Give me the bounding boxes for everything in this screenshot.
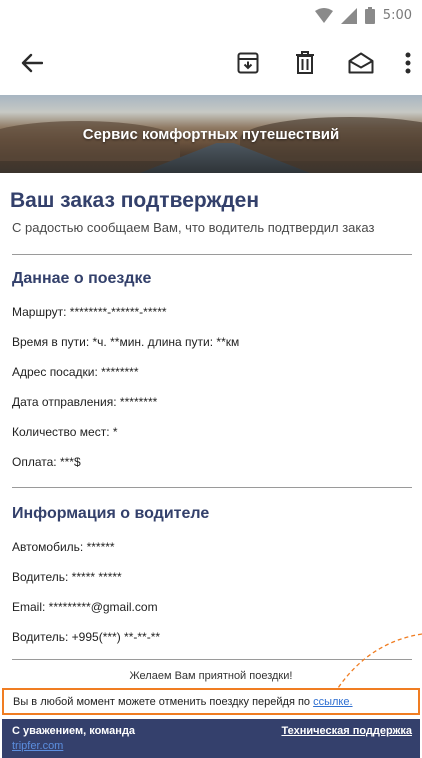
departure-date: Дата отправления: ********	[12, 395, 158, 409]
status-bar: 5:00	[0, 0, 422, 32]
driver-name: Водитель: ***** *****	[12, 570, 122, 584]
email-footer: С уважением, команда tripfer.com Техниче…	[2, 719, 420, 758]
trip-section-title: Даннае о поездке	[12, 270, 152, 287]
cancel-text-line: Вы в любой момент можете отменить поездк…	[13, 696, 353, 708]
regards-text: С уважением, команда	[12, 725, 136, 737]
order-confirmed-heading: Ваш заказ подтвержден	[10, 189, 260, 212]
more-options-button[interactable]	[396, 48, 420, 78]
divider	[12, 487, 412, 488]
wifi-icon	[314, 7, 333, 23]
mark-unread-button[interactable]	[346, 48, 376, 78]
payment: Оплата: ***$	[12, 455, 81, 469]
back-button[interactable]	[18, 49, 46, 77]
driver-email: Email: *********@gmail.com	[12, 600, 158, 614]
trip-route: Маршрут: ********-******-*****	[12, 305, 167, 319]
status-icons: 5:00	[314, 7, 412, 24]
mail-icon	[348, 52, 374, 74]
cancel-link[interactable]: ссылке.	[313, 696, 352, 708]
archive-button[interactable]	[233, 48, 263, 78]
battery-icon	[364, 7, 375, 24]
banner-title: Сервис комфортных путешествий	[82, 126, 340, 143]
driver-car: Автомобиль: ******	[12, 540, 115, 554]
more-vert-icon	[405, 52, 411, 74]
farewell-message: Желаем Вам приятной поездки!	[129, 670, 293, 682]
trash-icon	[296, 51, 314, 74]
app-bar	[0, 32, 422, 94]
email-banner: Сервис комфортных путешествий	[0, 95, 422, 173]
trip-duration: Время в пути: *ч. **мин. длина пути: **к…	[12, 335, 240, 349]
divider	[12, 254, 412, 255]
back-arrow-icon	[21, 53, 43, 73]
cancel-notice: Вы в любой момент можете отменить поездк…	[2, 688, 420, 715]
status-time: 5:00	[382, 8, 412, 23]
delete-button[interactable]	[290, 48, 320, 78]
cancel-text: Вы в любой момент можете отменить поездк…	[13, 696, 314, 708]
driver-phone: Водитель: +995(***) **-**-**	[12, 630, 161, 644]
site-link[interactable]: tripfer.com	[12, 740, 63, 752]
confirmation-message: С радостью сообщаем Вам, что водитель по…	[12, 220, 375, 235]
pickup-address: Адрес посадки: ********	[12, 365, 139, 379]
support-link[interactable]: Техническая поддержка	[281, 725, 412, 737]
signal-icon	[340, 7, 357, 24]
seat-count: Количество мест: *	[12, 425, 118, 439]
driver-section-title: Информация о водителе	[12, 505, 210, 522]
archive-icon	[237, 52, 259, 74]
